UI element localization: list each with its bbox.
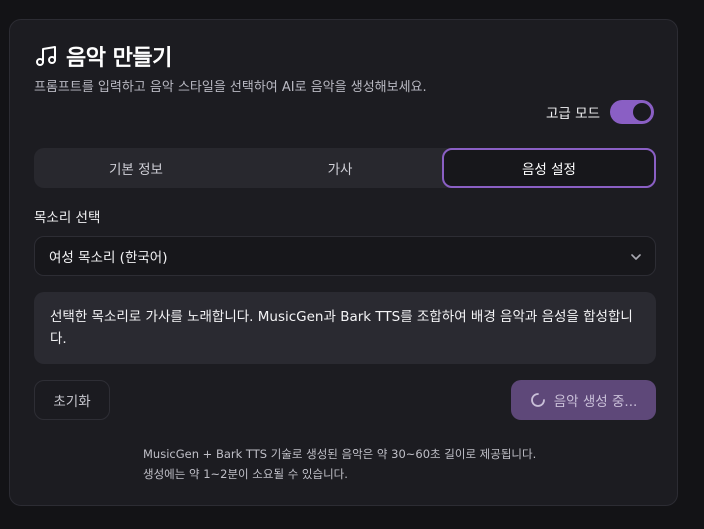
footnote-line-2: 생성에는 약 1~2분이 소요될 수 있습니다. [143, 467, 348, 481]
music-note-icon [34, 44, 58, 68]
voice-info-box: 선택한 목소리로 가사를 노래합니다. MusicGen과 Bark TTS를 … [34, 292, 656, 364]
tab-lyrics[interactable]: 가사 [238, 148, 442, 188]
voice-select-value: 여성 목소리 (한국어) [49, 250, 168, 266]
page-subtitle: 프롬프트를 입력하고 음악 스타일을 선택하여 AI로 음악을 생성해보세요. [34, 80, 427, 95]
page-header: 음악 만들기 [34, 40, 172, 72]
voice-select-label: 목소리 선택 [34, 210, 101, 226]
voice-select[interactable]: 여성 목소리 (한국어) [34, 236, 656, 276]
loading-spinner-icon [530, 392, 546, 408]
page-title: 음악 만들기 [66, 46, 172, 71]
advanced-mode-toggle[interactable] [610, 100, 654, 124]
toggle-knob [633, 103, 651, 121]
music-create-card: 음악 만들기 프롬프트를 입력하고 음악 스타일을 선택하여 AI로 음악을 생… [9, 19, 678, 506]
tab-voice-settings[interactable]: 음성 설정 [442, 148, 656, 188]
footnote-line-1: MusicGen + Bark TTS 기술로 생성된 음악은 약 30~60초… [143, 447, 537, 461]
tab-bar: 기본 정보 가사 음성 설정 [34, 148, 656, 188]
advanced-mode-control: 고급 모드 [546, 100, 654, 124]
advanced-mode-label: 고급 모드 [546, 106, 600, 122]
footnote: MusicGen + Bark TTS 기술로 생성된 음악은 약 30~60초… [10, 444, 679, 484]
generate-music-button[interactable]: 음악 생성 중... [511, 380, 656, 420]
reset-button[interactable]: 초기화 [34, 380, 110, 420]
tab-basic-info[interactable]: 기본 정보 [34, 148, 238, 188]
generate-button-label: 음악 생성 중... [553, 394, 638, 410]
chevron-down-icon [629, 249, 643, 263]
